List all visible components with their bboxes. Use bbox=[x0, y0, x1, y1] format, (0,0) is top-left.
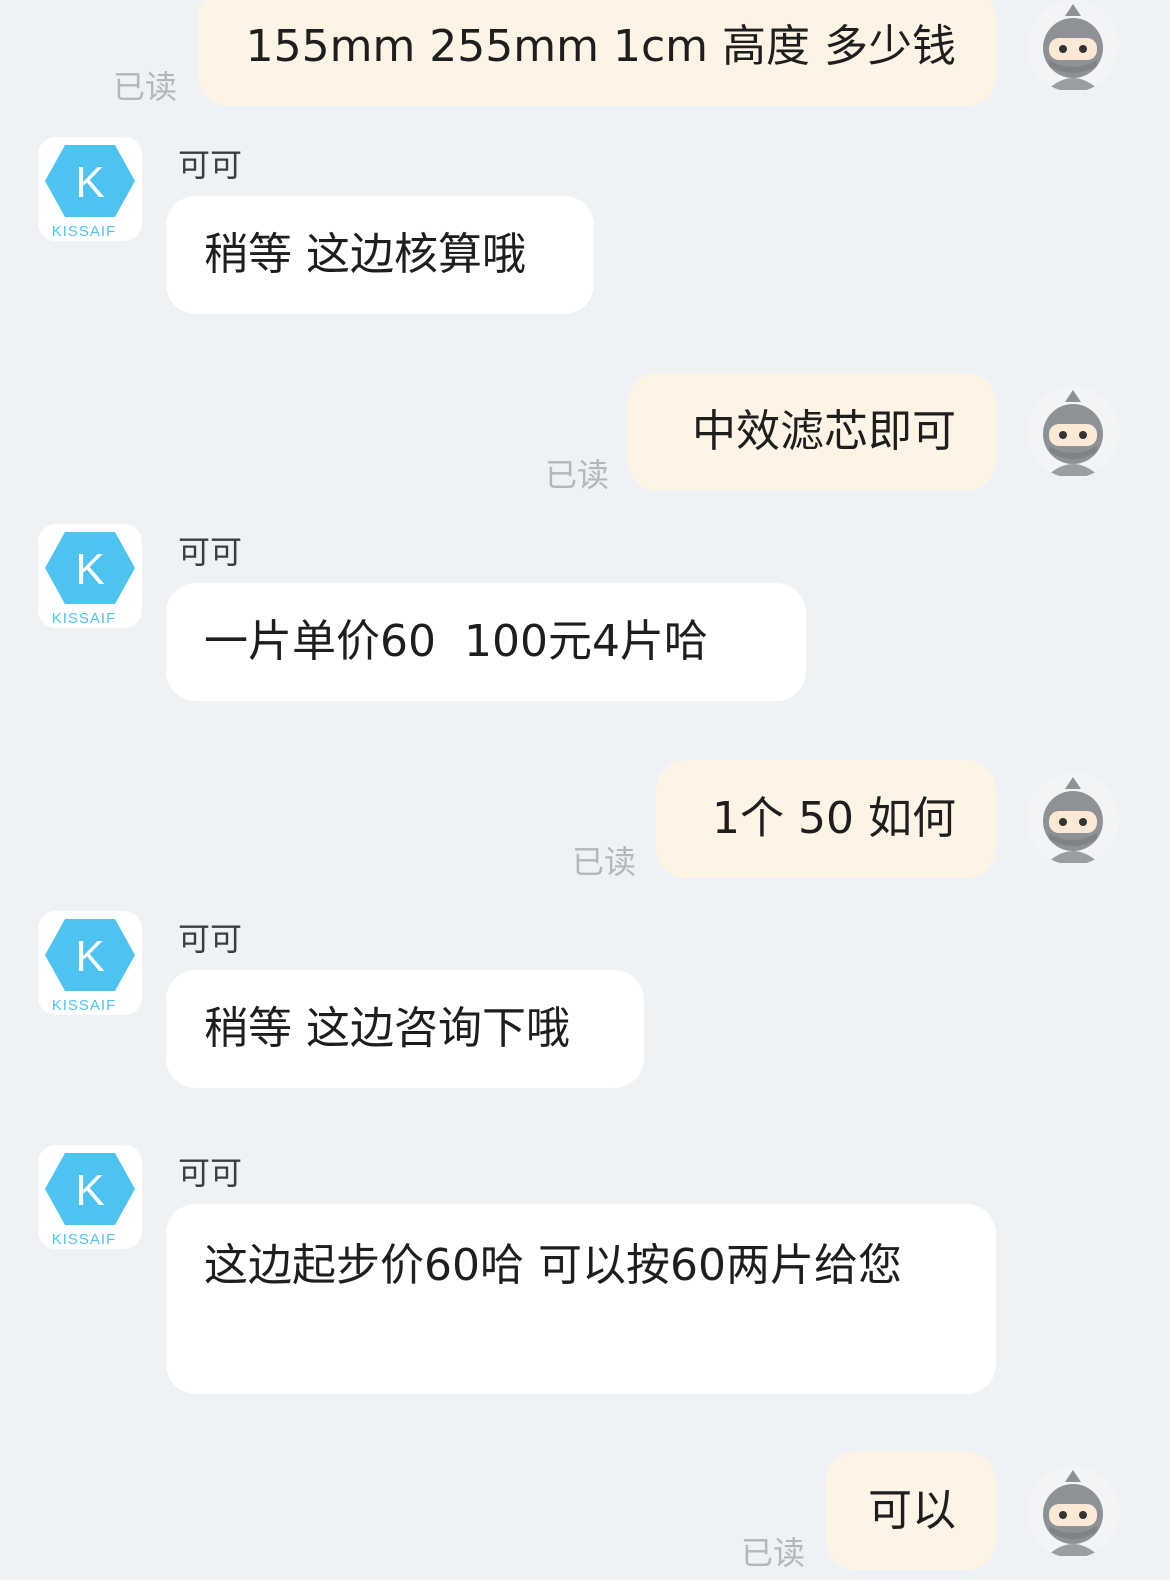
ninja-avatar-icon bbox=[1043, 4, 1103, 90]
ninja-avatar-icon bbox=[1043, 390, 1103, 476]
user-avatar[interactable] bbox=[1027, 773, 1119, 865]
kissaif-logo-icon: K KISSAIF bbox=[45, 532, 135, 627]
user-avatar[interactable] bbox=[1027, 0, 1119, 92]
agent-avatar[interactable]: K KISSAIF bbox=[38, 911, 142, 1015]
logo-letter: K bbox=[75, 932, 104, 981]
user-avatar[interactable] bbox=[1027, 1466, 1119, 1558]
message-text: 这边起步价60哈 可以按60两片给您 bbox=[204, 1240, 902, 1291]
user-avatar[interactable] bbox=[1027, 386, 1119, 478]
outgoing-message-bubble[interactable]: 155mm 255mm 1cm 高度 多少钱 bbox=[198, 0, 996, 106]
message-text: 中效滤芯即可 bbox=[692, 406, 956, 457]
incoming-message-bubble[interactable]: 稍等 这边咨询下哦 bbox=[166, 970, 644, 1088]
agent-avatar[interactable]: K KISSAIF bbox=[38, 137, 142, 241]
message-text: 可以 bbox=[868, 1485, 956, 1536]
kissaif-logo-icon: K KISSAIF bbox=[45, 1153, 135, 1248]
logo-wordmark: KISSAIF bbox=[52, 997, 117, 1014]
agent-avatar[interactable]: K KISSAIF bbox=[38, 1145, 142, 1249]
outgoing-message-bubble[interactable]: 中效滤芯即可 bbox=[628, 373, 996, 491]
read-status: 已读 bbox=[741, 1534, 806, 1572]
read-status: 已读 bbox=[545, 456, 610, 494]
message-text: 一片单价60 100元4片哈 bbox=[204, 616, 708, 667]
message-text: 稍等 这边咨询下哦 bbox=[204, 1003, 570, 1054]
sender-name: 可可 bbox=[178, 920, 243, 958]
chat-message-list[interactable]: 155mm 255mm 1cm 高度 多少钱 已读 K KISSAIF 可可 稍… bbox=[0, 0, 1170, 1580]
logo-letter: K bbox=[75, 545, 104, 594]
ninja-avatar-icon bbox=[1043, 1470, 1103, 1556]
agent-avatar[interactable]: K KISSAIF bbox=[38, 524, 142, 628]
sender-name: 可可 bbox=[178, 146, 243, 184]
sender-name: 可可 bbox=[178, 1154, 243, 1192]
logo-letter: K bbox=[75, 1166, 104, 1215]
message-text: 1个 50 如何 bbox=[712, 793, 956, 844]
kissaif-logo-icon: K KISSAIF bbox=[45, 145, 135, 240]
ninja-avatar-icon bbox=[1043, 777, 1103, 863]
logo-wordmark: KISSAIF bbox=[52, 1231, 117, 1248]
message-text: 155mm 255mm 1cm 高度 多少钱 bbox=[245, 21, 956, 72]
outgoing-message-bubble[interactable]: 可以 bbox=[826, 1452, 996, 1570]
kissaif-logo-icon: K KISSAIF bbox=[45, 919, 135, 1014]
incoming-message-bubble[interactable]: 一片单价60 100元4片哈 bbox=[166, 583, 806, 701]
sender-name: 可可 bbox=[178, 533, 243, 571]
outgoing-message-bubble[interactable]: 1个 50 如何 bbox=[656, 760, 996, 878]
incoming-message-bubble[interactable]: 稍等 这边核算哦 bbox=[166, 196, 594, 314]
logo-letter: K bbox=[75, 158, 104, 207]
message-text: 稍等 这边核算哦 bbox=[204, 229, 526, 280]
read-status: 已读 bbox=[113, 68, 178, 106]
logo-wordmark: KISSAIF bbox=[52, 610, 117, 627]
incoming-message-bubble[interactable]: 这边起步价60哈 可以按60两片给您 bbox=[166, 1204, 996, 1394]
logo-wordmark: KISSAIF bbox=[52, 223, 117, 240]
read-status: 已读 bbox=[572, 843, 637, 881]
